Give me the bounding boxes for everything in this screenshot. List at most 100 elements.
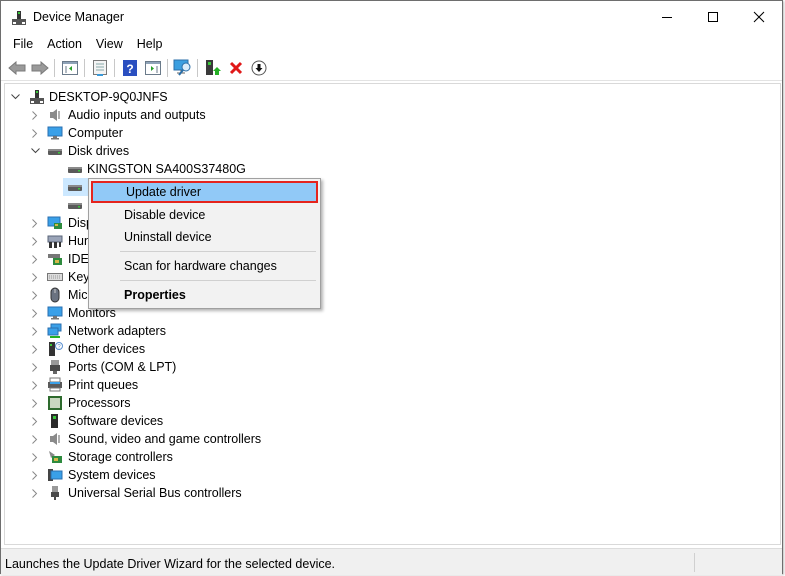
title-bar: Device Manager bbox=[1, 1, 782, 33]
chevron-right-icon[interactable] bbox=[29, 340, 41, 358]
hid-icon bbox=[47, 235, 63, 248]
chevron-down-icon[interactable] bbox=[29, 142, 41, 160]
close-button[interactable] bbox=[736, 1, 782, 33]
context-menu-properties[interactable]: Properties bbox=[91, 284, 318, 306]
properties-button[interactable] bbox=[88, 57, 111, 79]
chevron-right-icon[interactable] bbox=[29, 466, 41, 484]
toolbar-separator bbox=[84, 59, 85, 77]
tree-category-row[interactable]: Audio inputs and outputs bbox=[5, 106, 505, 124]
device-manager-window: Device Manager File Action View Help ? D… bbox=[0, 0, 783, 575]
menu-help[interactable]: Help bbox=[130, 34, 170, 56]
context-menu-scan-hardware[interactable]: Scan for hardware changes bbox=[91, 255, 318, 277]
minimize-icon bbox=[662, 17, 672, 18]
forward-arrow-icon bbox=[31, 61, 49, 75]
context-menu-label: Properties bbox=[124, 288, 186, 302]
tree-category-row[interactable]: Network adapters bbox=[5, 322, 505, 340]
disable-device-button[interactable] bbox=[247, 57, 270, 79]
menu-view[interactable]: View bbox=[89, 34, 130, 56]
chevron-right-icon[interactable] bbox=[29, 376, 41, 394]
uninstall-device-button[interactable] bbox=[224, 57, 247, 79]
tree-category-label: Processors bbox=[68, 396, 131, 410]
disk-drive-icon bbox=[68, 203, 82, 209]
speaker-icon bbox=[50, 433, 60, 445]
context-menu: Update driver Disable device Uninstall d… bbox=[88, 178, 321, 309]
usb-icon bbox=[51, 486, 59, 500]
maximize-icon bbox=[708, 12, 718, 22]
monitor-icon bbox=[47, 306, 63, 320]
tree-category-row[interactable]: Software devices bbox=[5, 412, 505, 430]
chevron-right-icon[interactable] bbox=[29, 214, 41, 232]
device-tree[interactable]: DESKTOP-9Q0JNFS Audio inputs and outputs… bbox=[4, 83, 781, 545]
tree-category-row[interactable]: ? Other devices bbox=[5, 340, 505, 358]
monitor-icon bbox=[47, 126, 63, 140]
chevron-right-icon[interactable] bbox=[29, 106, 41, 124]
help-button[interactable]: ? bbox=[118, 57, 141, 79]
forward-button[interactable] bbox=[28, 57, 51, 79]
chevron-right-icon[interactable] bbox=[29, 412, 41, 430]
printer-icon bbox=[48, 377, 62, 392]
menu-bar: File Action View Help bbox=[1, 34, 782, 56]
properties-icon bbox=[92, 60, 107, 76]
menu-action[interactable]: Action bbox=[40, 34, 89, 56]
menu-file[interactable]: File bbox=[6, 34, 40, 56]
chevron-right-icon[interactable] bbox=[29, 304, 41, 322]
tree-category-label: Audio inputs and outputs bbox=[68, 108, 206, 122]
tree-category-row[interactable]: Ports (COM & LPT) bbox=[5, 358, 505, 376]
mouse-icon bbox=[50, 287, 60, 303]
chevron-right-icon[interactable] bbox=[29, 448, 41, 466]
tree-device-label: KINGSTON SA400S37480G bbox=[87, 162, 246, 176]
back-button[interactable] bbox=[5, 57, 28, 79]
network-icon bbox=[47, 323, 62, 338]
system-device-icon bbox=[48, 469, 63, 481]
chevron-right-icon[interactable] bbox=[29, 268, 41, 286]
chevron-right-icon[interactable] bbox=[29, 430, 41, 448]
tree-category-row[interactable]: Sound, video and game controllers bbox=[5, 430, 505, 448]
tree-category-label: Disk drives bbox=[68, 144, 130, 158]
chevron-down-icon[interactable] bbox=[9, 88, 21, 106]
tree-category-row[interactable]: Storage controllers bbox=[5, 448, 505, 466]
scan-hardware-button[interactable] bbox=[171, 57, 194, 79]
show-hide-console-tree-icon bbox=[61, 61, 78, 75]
tree-device-row[interactable]: KINGSTON SA400S37480G bbox=[5, 160, 505, 178]
show-action-pane-button[interactable] bbox=[141, 57, 164, 79]
chevron-right-icon[interactable] bbox=[29, 124, 41, 142]
tree-category-label: IDE bbox=[68, 252, 89, 266]
tree-root-label: DESKTOP-9Q0JNFS bbox=[49, 90, 168, 104]
context-menu-label: Scan for hardware changes bbox=[124, 259, 277, 273]
unknown-device-icon: ? bbox=[49, 342, 63, 356]
tree-category-row[interactable]: System devices bbox=[5, 466, 505, 484]
back-arrow-icon bbox=[7, 61, 25, 75]
tree-category-row[interactable]: Print queues bbox=[5, 376, 505, 394]
chevron-right-icon[interactable] bbox=[29, 358, 41, 376]
window-title: Device Manager bbox=[33, 10, 125, 24]
toolbar-separator bbox=[167, 59, 168, 77]
chevron-right-icon[interactable] bbox=[29, 250, 41, 268]
tree-category-row[interactable]: Processors bbox=[5, 394, 505, 412]
context-menu-update-driver[interactable]: Update driver bbox=[91, 181, 318, 203]
chevron-right-icon[interactable] bbox=[29, 484, 41, 502]
processor-icon bbox=[48, 396, 62, 410]
tree-category-label: Other devices bbox=[68, 342, 146, 356]
computer-tower-icon bbox=[30, 90, 44, 104]
chevron-right-icon[interactable] bbox=[29, 394, 41, 412]
tree-category-label: Ports (COM & LPT) bbox=[68, 360, 177, 374]
context-menu-uninstall-device[interactable]: Uninstall device bbox=[91, 226, 318, 248]
chevron-right-icon[interactable] bbox=[29, 286, 41, 304]
disk-drive-icon bbox=[48, 149, 62, 155]
context-menu-disable-device[interactable]: Disable device bbox=[91, 204, 318, 226]
chevron-right-icon[interactable] bbox=[29, 322, 41, 340]
display-adapter-icon bbox=[47, 216, 62, 229]
minimize-button[interactable] bbox=[644, 1, 690, 33]
update-driver-button[interactable] bbox=[201, 57, 224, 79]
keyboard-icon bbox=[47, 273, 63, 281]
maximize-button[interactable] bbox=[690, 1, 736, 33]
tree-category-row[interactable]: Universal Serial Bus controllers bbox=[5, 484, 505, 502]
show-hide-console-tree-button[interactable] bbox=[58, 57, 81, 79]
chevron-right-icon[interactable] bbox=[29, 232, 41, 250]
tree-category-row[interactable]: Disk drives bbox=[5, 142, 505, 160]
tree-root[interactable]: DESKTOP-9Q0JNFS bbox=[5, 88, 505, 106]
tree-category-row[interactable]: Computer bbox=[5, 124, 505, 142]
speaker-icon bbox=[50, 109, 60, 121]
uninstall-device-icon bbox=[229, 61, 242, 75]
disk-drive-icon bbox=[68, 185, 82, 191]
